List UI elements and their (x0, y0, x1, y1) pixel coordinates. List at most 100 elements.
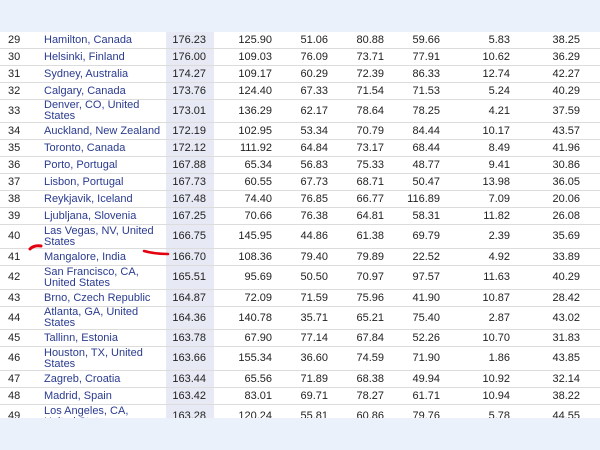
value-cell: 36.41 (584, 370, 600, 388)
value-cell: 12.74 (444, 65, 514, 83)
city-cell: Denver, CO, United States (40, 99, 166, 123)
city-link[interactable]: Brno, Czech Republic (44, 292, 150, 304)
value-cell: 1.86 (444, 346, 514, 371)
value-cell: 71.90 (388, 346, 444, 371)
value-cell: 36.05 (514, 173, 584, 191)
value-cell: 31.83 (514, 329, 584, 347)
value-cell: 78.64 (332, 99, 388, 123)
table-row-highlighted: 41 Mangalore, India 166.70 108.36 79.40 79.89… (0, 248, 600, 266)
index-cell: 174.27 (166, 65, 214, 83)
rank-cell: 38 (0, 190, 40, 208)
city-link[interactable]: Auckland, New Zealand (44, 125, 160, 137)
table-row: 30 Helsinki, Finland 176.00 109.03 76.09 73.7… (0, 48, 600, 66)
value-cell: 84.44 (388, 122, 444, 140)
value-cell: 79.89 (332, 248, 388, 266)
value-cell: 68.71 (332, 173, 388, 191)
value-cell: 48.77 (388, 156, 444, 174)
value-cell: 78.25 (388, 99, 444, 123)
value-cell: 67.90 (214, 329, 276, 347)
city-link[interactable]: Denver, CO, United States (44, 100, 139, 122)
city-cell: Brno, Czech Republic (40, 289, 166, 307)
value-cell: 7.09 (444, 190, 514, 208)
value-cell: 26.08 (514, 207, 584, 225)
value-cell: 2.39 (444, 224, 514, 249)
value-cell: 56.83 (276, 156, 332, 174)
city-link[interactable]: Madrid, Spain (44, 390, 112, 402)
index-cell: 167.88 (166, 156, 214, 174)
value-cell: 73.71 (332, 48, 388, 66)
value-cell: 71.89 (276, 370, 332, 388)
value-cell: 41.90 (388, 289, 444, 307)
city-link[interactable]: Tallinn, Estonia (44, 332, 118, 344)
value-cell: 75.96 (332, 289, 388, 307)
value-cell: 71.59 (276, 289, 332, 307)
value-cell: 11.82 (444, 207, 514, 225)
value-cell: 36.29 (514, 48, 584, 66)
value-cell: 21.45 (584, 329, 600, 347)
value-cell: 20.06 (514, 190, 584, 208)
value-cell: 102.95 (214, 122, 276, 140)
value-cell: 76.85 (276, 190, 332, 208)
value-cell: 44.86 (276, 224, 332, 249)
value-cell: 83.01 (214, 387, 276, 405)
value-cell: 97.57 (388, 265, 444, 290)
value-cell: 33.89 (514, 248, 584, 266)
city-cell: Lisbon, Portugal (40, 173, 166, 191)
value-cell: 70.79 (332, 122, 388, 140)
city-link[interactable]: Calgary, Canada (44, 85, 126, 97)
value-cell: 11.63 (444, 265, 514, 290)
value-cell: 79.40 (276, 248, 332, 266)
value-cell: 50.47 (388, 173, 444, 191)
value-cell: 145.95 (214, 224, 276, 249)
city-link[interactable]: Houston, TX, United States (44, 347, 143, 370)
city-link[interactable]: Porto, Portugal (44, 159, 117, 171)
rank-cell: 35 (0, 139, 40, 157)
value-cell: 10.17 (444, 122, 514, 140)
table-row: 49 Los Angeles, CA, United States 163.2812… (0, 404, 600, 418)
city-link[interactable]: Los Angeles, CA, United States (44, 405, 128, 418)
value-cell: 2.87 (444, 306, 514, 330)
value-cell: 50.49 (584, 306, 600, 330)
value-cell: 108.36 (214, 248, 276, 266)
value-cell: 71.53 (388, 82, 444, 100)
value-cell: 140.78 (214, 306, 276, 330)
city-link[interactable]: Helsinki, Finland (44, 51, 125, 63)
table-row: 46 Houston, TX, United States 163.66 155.34… (0, 346, 600, 371)
value-cell: 67.84 (332, 329, 388, 347)
rank-cell: 32 (0, 82, 40, 100)
table-row: 45 Tallinn, Estonia 163.78 67.90 77.14 67.84 5… (0, 329, 600, 347)
city-link[interactable]: Mangalore, India (44, 251, 126, 263)
city-link[interactable]: Hamilton, Canada (44, 34, 132, 46)
rank-cell: 49 (0, 404, 40, 418)
city-cell: Madrid, Spain (40, 387, 166, 405)
index-cell: 176.00 (166, 48, 214, 66)
value-cell: 41.96 (514, 139, 584, 157)
city-link[interactable]: Toronto, Canada (44, 142, 125, 154)
value-cell: 38.25 (514, 32, 584, 49)
index-cell: 167.48 (166, 190, 214, 208)
value-cell: 76.38 (276, 207, 332, 225)
city-cell: Toronto, Canada (40, 139, 166, 157)
rank-cell: 40 (0, 224, 40, 249)
value-cell: 43.57 (514, 122, 584, 140)
value-cell: 44.04 (584, 289, 600, 307)
value-cell: 28.42 (514, 289, 584, 307)
table-row: 47 Zagreb, Croatia 163.44 65.56 71.89 68.38 49… (0, 370, 600, 388)
value-cell: 52.26 (388, 329, 444, 347)
value-cell: 35.69 (514, 224, 584, 249)
city-link[interactable]: Sydney, Australia (44, 68, 128, 80)
value-cell: 56.32 (584, 387, 600, 405)
city-link[interactable]: Lisbon, Portugal (44, 176, 124, 188)
city-link[interactable]: San Francisco, CA, United States (44, 266, 139, 289)
city-link[interactable]: Reykjavik, Iceland (44, 193, 133, 205)
ranking-table-container[interactable]: 29 Hamilton, Canada 176.23 125.90 51.06 80.88… (0, 32, 600, 418)
value-cell: 120.24 (214, 404, 276, 418)
city-link[interactable]: Zagreb, Croatia (44, 373, 120, 385)
city-link[interactable]: Ljubljana, Slovenia (44, 210, 136, 222)
table-row: 44 Atlanta, GA, United States 164.36 140.78… (0, 306, 600, 330)
value-cell: 79.76 (388, 404, 444, 418)
value-cell: 43.02 (514, 306, 584, 330)
value-cell: 75.40 (388, 306, 444, 330)
city-link[interactable]: Las Vegas, NV, United States (44, 225, 154, 248)
city-link[interactable]: Atlanta, GA, United States (44, 307, 138, 329)
